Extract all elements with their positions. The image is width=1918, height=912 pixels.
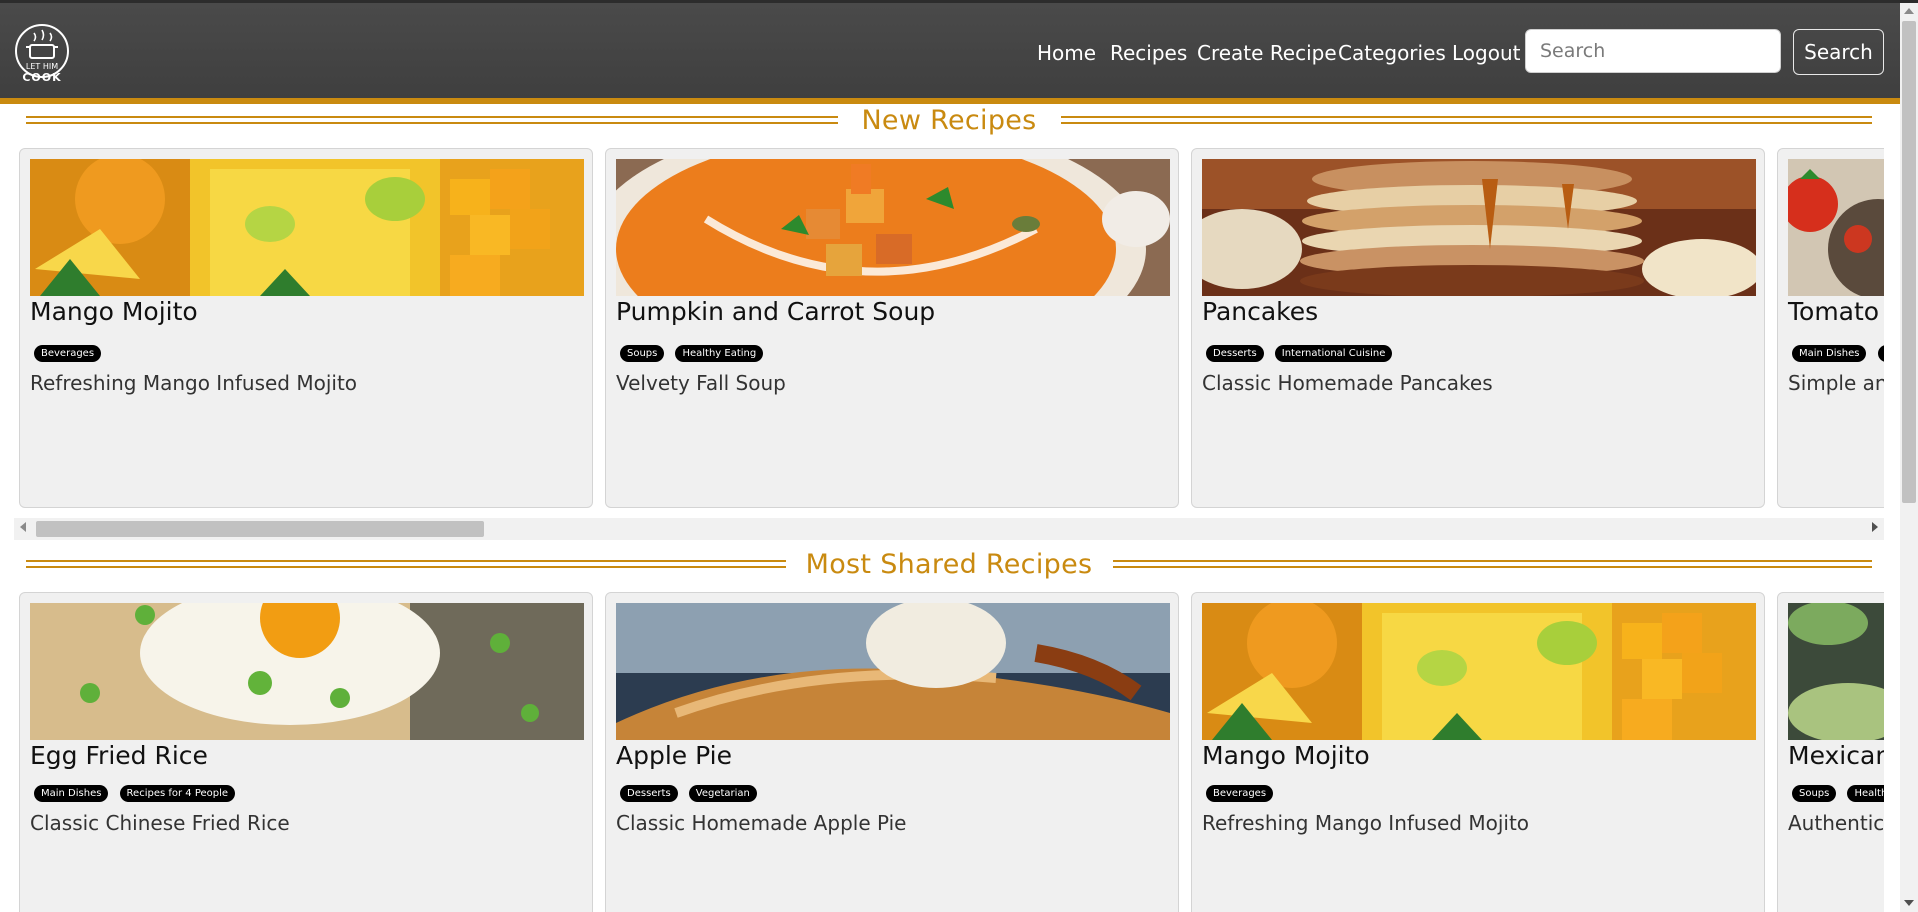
recipe-image[interactable] [30, 603, 584, 740]
category-badge[interactable]: Vegetarian [688, 785, 757, 802]
navbar: LET HIM COOK Home Recipes Create Recipe … [0, 3, 1900, 104]
recipe-card[interactable]: Mango Mojito Beverages Refreshing Mango … [1191, 592, 1765, 912]
recipe-card[interactable]: Tomato a Main Dishes F Simple and [1777, 148, 1884, 508]
category-badge[interactable]: Soups [620, 345, 665, 362]
divider-line [1061, 116, 1872, 124]
recipe-title[interactable]: Mexican [1788, 741, 1884, 770]
recipe-card[interactable]: Pumpkin and Carrot Soup Soups Healthy Ea… [605, 148, 1179, 508]
recipe-image[interactable] [1788, 159, 1884, 296]
category-badge[interactable]: Main Dishes [34, 785, 109, 802]
category-badge[interactable]: Desserts [620, 785, 678, 802]
horizontal-scrollbar[interactable] [14, 518, 1884, 540]
most-shared-recipes-carousel[interactable]: Egg Fried Rice Main Dishes Recipes for 4… [14, 592, 1884, 912]
recipe-description: Velvety Fall Soup [616, 371, 786, 395]
badge-list: Main Dishes Recipes for 4 People [34, 785, 241, 803]
logo-text-line2: COOK [22, 71, 61, 84]
recipe-description: Refreshing Mango Infused Mojito [1202, 811, 1530, 835]
badge-list: Beverages [34, 345, 107, 363]
recipe-title[interactable]: Mango Mojito [1202, 741, 1370, 770]
category-badge[interactable]: Beverages [1206, 785, 1274, 802]
recipe-description: Simple and [1788, 371, 1884, 395]
recipe-title[interactable]: Pancakes [1202, 297, 1318, 326]
badge-list: Soups Healthy Eating [620, 345, 769, 363]
recipe-image[interactable] [1788, 603, 1884, 740]
scrollbar-thumb[interactable] [36, 521, 484, 537]
divider-line [1113, 560, 1872, 568]
category-badge[interactable]: Desserts [1206, 345, 1264, 362]
category-badge[interactable]: F [1877, 345, 1884, 362]
new-recipes-carousel[interactable]: Mango Mojito Beverages Refreshing Mango … [14, 148, 1884, 514]
category-badge[interactable]: International Cuisine [1274, 345, 1393, 362]
recipe-title[interactable]: Mango Mojito [30, 297, 198, 326]
recipe-card[interactable]: Egg Fried Rice Main Dishes Recipes for 4… [19, 592, 593, 912]
recipe-title[interactable]: Pumpkin and Carrot Soup [616, 297, 935, 326]
recipe-card[interactable]: Apple Pie Desserts Vegetarian Classic Ho… [605, 592, 1179, 912]
search-button[interactable]: Search [1793, 29, 1884, 75]
nav-recipes[interactable]: Recipes [1110, 41, 1187, 65]
search-input[interactable] [1525, 29, 1781, 73]
chef-pot-logo-icon: LET HIM COOK [15, 24, 69, 84]
logo-text-line1: LET HIM [26, 62, 58, 71]
scroll-right-icon[interactable] [1872, 522, 1878, 532]
vertical-scrollbar[interactable] [1900, 3, 1918, 912]
recipe-description: Classic Homemade Apple Pie [616, 811, 907, 835]
badge-list: Desserts Vegetarian [620, 785, 763, 803]
nav-logout[interactable]: Logout [1452, 41, 1520, 65]
category-badge[interactable]: Recipes for 4 People [119, 785, 236, 802]
recipe-image[interactable] [616, 603, 1170, 740]
recipe-description: Classic Chinese Fried Rice [30, 811, 290, 835]
recipe-card[interactable]: Mango Mojito Beverages Refreshing Mango … [19, 148, 593, 508]
nav-home[interactable]: Home [1037, 41, 1096, 65]
badge-list: Main Dishes F [1792, 345, 1884, 363]
recipe-card[interactable]: Pancakes Desserts International Cuisine … [1191, 148, 1765, 508]
recipe-description: Authentic M [1788, 811, 1884, 835]
badge-list: Beverages [1206, 785, 1279, 803]
recipe-image[interactable] [30, 159, 584, 296]
recipe-image[interactable] [1202, 603, 1756, 740]
badge-list: Desserts International Cuisine [1206, 345, 1398, 363]
recipe-image[interactable] [1202, 159, 1756, 296]
category-badge[interactable]: Main Dishes [1792, 345, 1867, 362]
recipe-description: Classic Homemade Pancakes [1202, 371, 1493, 395]
recipe-title[interactable]: Apple Pie [616, 741, 732, 770]
recipe-card[interactable]: Mexican Soups Health Authentic M [1777, 592, 1884, 912]
recipe-description: Refreshing Mango Infused Mojito [30, 371, 358, 395]
nav-categories[interactable]: Categories [1338, 41, 1446, 65]
scroll-up-icon[interactable] [1904, 8, 1914, 14]
let-him-cook-logo[interactable]: LET HIM COOK [14, 23, 70, 85]
badge-list: Soups Health [1792, 785, 1884, 803]
category-badge[interactable]: Soups [1792, 785, 1837, 802]
scroll-left-icon[interactable] [20, 522, 26, 532]
new-recipes-header: New Recipes [26, 105, 1872, 136]
scrollbar-thumb[interactable] [1902, 21, 1916, 503]
nav-create-recipe[interactable]: Create Recipe [1197, 41, 1337, 65]
recipe-title[interactable]: Egg Fried Rice [30, 741, 208, 770]
most-shared-recipes-header: Most Shared Recipes [26, 549, 1872, 580]
scroll-down-icon[interactable] [1904, 900, 1914, 906]
category-badge[interactable]: Health [1847, 785, 1884, 802]
recipe-title[interactable]: Tomato a [1788, 297, 1884, 326]
category-badge[interactable]: Beverages [34, 345, 102, 362]
recipe-image[interactable] [616, 159, 1170, 296]
category-badge[interactable]: Healthy Eating [675, 345, 764, 362]
